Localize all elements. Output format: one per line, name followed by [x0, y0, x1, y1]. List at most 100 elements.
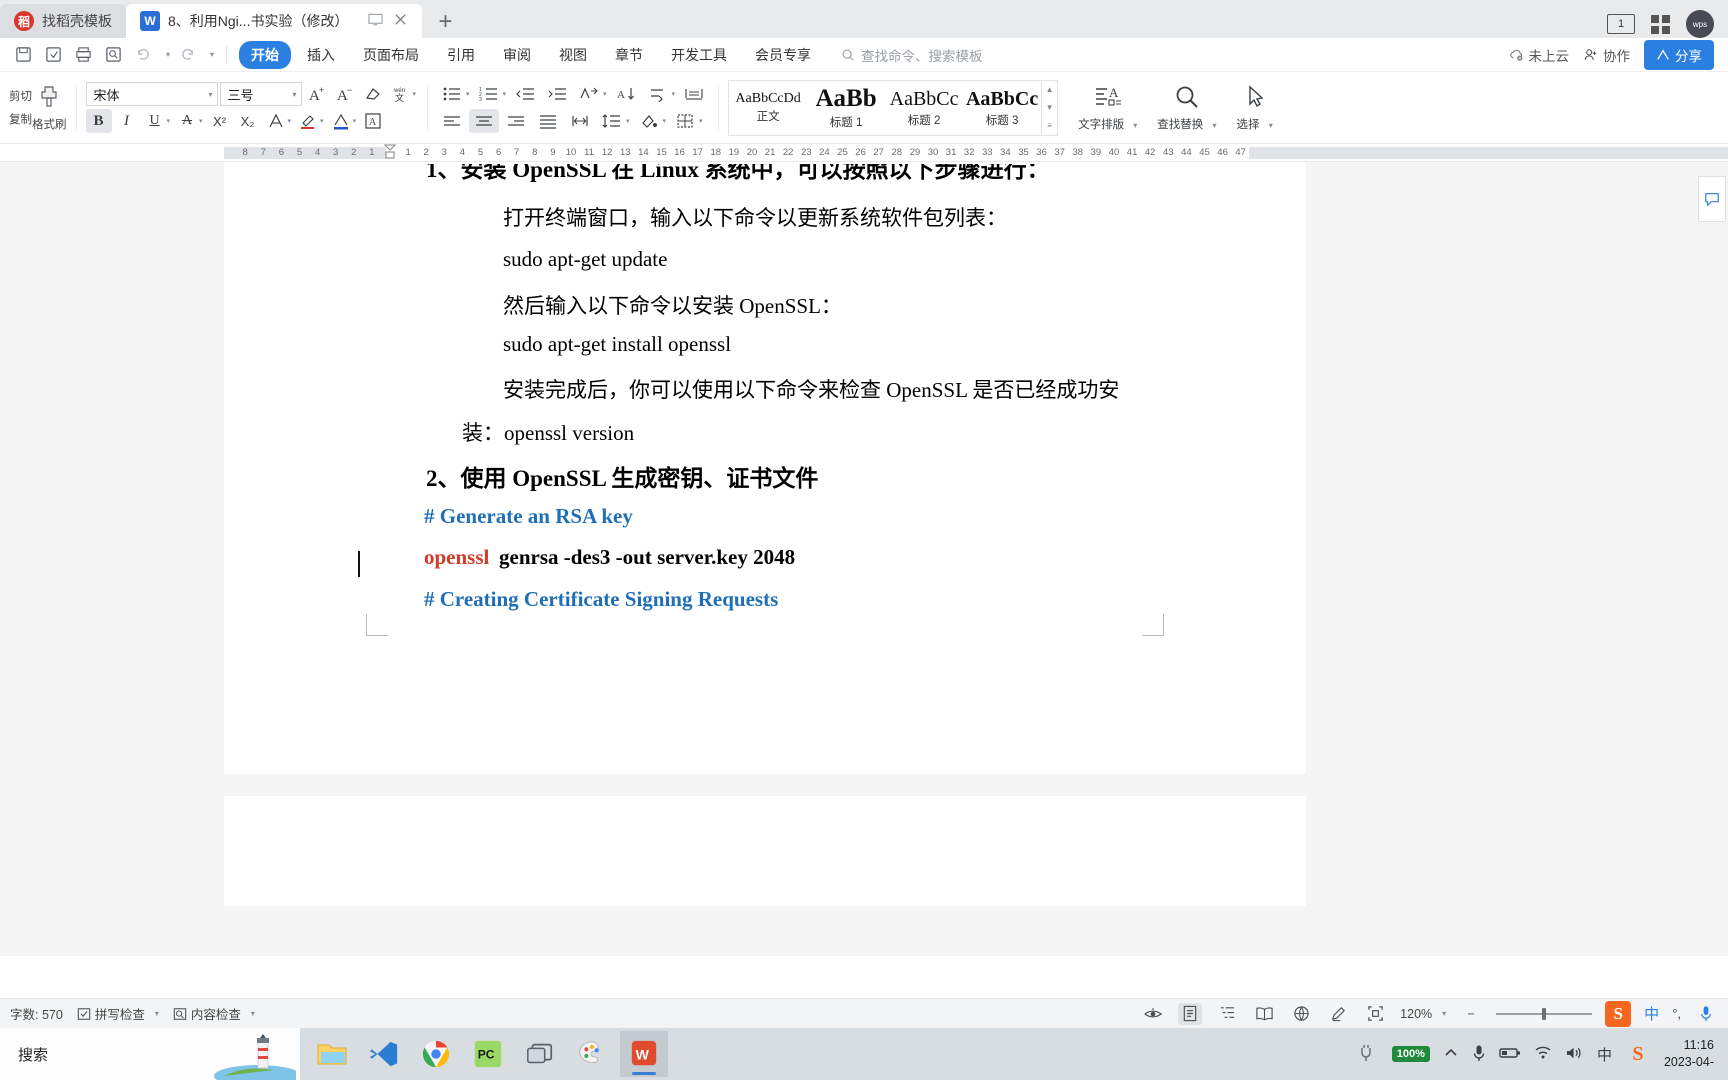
menu-item-section[interactable]: 章节: [603, 41, 655, 69]
format-painter-button[interactable]: 格式刷: [32, 84, 67, 132]
chevron-down-icon[interactable]: ▾: [503, 90, 507, 98]
page-count-button[interactable]: 1: [1607, 14, 1635, 34]
cmd-genrsa-openssl[interactable]: openssl: [424, 545, 489, 570]
menu-item-references[interactable]: 引用: [435, 41, 487, 69]
cmd-apt-update[interactable]: sudo apt-get update: [503, 247, 667, 272]
spell-check-button[interactable]: 拼写检查 ▾: [77, 1004, 159, 1023]
chevron-down-icon[interactable]: ▾: [699, 117, 703, 125]
distribute-button[interactable]: [565, 109, 595, 133]
zoom-slider[interactable]: [1496, 1007, 1593, 1020]
chevron-down-icon[interactable]: ▾: [167, 117, 171, 125]
strikethrough-button[interactable]: A: [174, 109, 200, 133]
present-icon[interactable]: [368, 12, 384, 31]
menu-item-review[interactable]: 审阅: [491, 41, 543, 69]
styles-more-icon[interactable]: ≡: [1047, 121, 1052, 130]
volume-icon[interactable]: [1565, 1045, 1584, 1064]
save-as-icon[interactable]: [40, 42, 66, 68]
battery-percent[interactable]: 100%: [1391, 1046, 1430, 1062]
underline-button[interactable]: U: [142, 109, 168, 133]
tab-document[interactable]: W 8、利用Ngi...书实验（修改）: [126, 4, 423, 38]
menu-item-view[interactable]: 视图: [547, 41, 599, 69]
subscript-button[interactable]: X₂: [235, 109, 261, 133]
indent-marker[interactable]: [383, 144, 397, 160]
content-check-button[interactable]: 内容检查 ▾: [173, 1004, 255, 1023]
microphone-icon[interactable]: [1472, 1044, 1486, 1065]
pinyin-guide-button[interactable]: wén 文: [388, 82, 414, 106]
customize-icon[interactable]: ▾: [210, 50, 214, 59]
font-size-select[interactable]: 三号 ▾: [219, 82, 302, 106]
page-view-button[interactable]: [1178, 1002, 1203, 1025]
ime-punctuation[interactable]: °,: [1672, 1006, 1681, 1021]
para-open-terminal[interactable]: 打开终端窗口，输入以下命令以更新系统软件包列表：: [503, 202, 1007, 232]
bold-button[interactable]: B: [85, 109, 112, 133]
word-count[interactable]: 字数: 570: [10, 1004, 63, 1023]
taskbar-search[interactable]: 搜索: [0, 1028, 300, 1080]
sogou-icon[interactable]: S: [1605, 1000, 1632, 1027]
read-mode-button[interactable]: [1141, 1003, 1165, 1025]
chevron-down-icon[interactable]: ▾: [1442, 1009, 1446, 1018]
menu-item-insert[interactable]: 插入: [295, 41, 347, 69]
font-family-select[interactable]: 宋体 ▾: [85, 82, 218, 106]
horizontal-ruler[interactable]: 8 7 6 5 4 3 2 1 1 2 3 4 5 6 7 8 9 10 11 12 13 14 15 16 17 18 19 20 2…: [0, 144, 1728, 162]
chevron-down-icon[interactable]: ▾: [466, 90, 470, 98]
para-then-install[interactable]: 然后输入以下命令以安装 OpenSSL：: [503, 290, 842, 320]
taskbar-app-paint[interactable]: [568, 1031, 616, 1077]
chevron-up-icon[interactable]: ▲: [1046, 85, 1054, 94]
save-icon[interactable]: [10, 42, 36, 68]
ime-indicator[interactable]: 中: [1597, 1044, 1612, 1065]
align-justify-button[interactable]: [533, 109, 563, 133]
document-page-2[interactable]: [224, 796, 1306, 906]
font-color-button[interactable]: [328, 109, 354, 133]
chevron-down-icon[interactable]: ▾: [320, 117, 324, 125]
search-input[interactable]: 查找命令、搜索模板: [841, 45, 983, 65]
chevron-down-icon[interactable]: ▾: [251, 1009, 255, 1018]
para-version[interactable]: 装：openssl version: [462, 417, 634, 447]
taskbar-app-chrome[interactable]: [412, 1031, 460, 1077]
styles-scrollbar[interactable]: ▲ ▼ ≡: [1041, 80, 1057, 135]
taskbar-app-task-view[interactable]: [516, 1031, 564, 1077]
chevron-down-icon[interactable]: ▾: [199, 117, 203, 125]
sort-button[interactable]: A: [611, 82, 641, 106]
clear-format-button[interactable]: [360, 82, 386, 106]
char-shading-button[interactable]: A: [360, 109, 386, 133]
app-grid-icon[interactable]: [1651, 14, 1670, 34]
print-icon[interactable]: [70, 42, 96, 68]
collab-button[interactable]: 协作: [1583, 45, 1630, 65]
style-heading-2[interactable]: AaBbCc 标题 2: [885, 81, 963, 135]
clock[interactable]: 11:16 2023-04-: [1664, 1037, 1720, 1071]
styles-gallery[interactable]: AaBbCcDd 正文 AaBb 标题 1 AaBbCc 标题 2 AaBbCc…: [728, 79, 1059, 136]
find-replace-button[interactable]: 查找替换 ▾: [1147, 84, 1226, 132]
side-comment-widget[interactable]: [1698, 176, 1726, 222]
comment-csr[interactable]: # Creating Certificate Signing Requests: [424, 587, 778, 612]
reading-layout-button[interactable]: [1252, 1003, 1276, 1025]
web-layout-button[interactable]: [1289, 1003, 1313, 1025]
close-icon[interactable]: [393, 12, 408, 31]
line-spacing-button[interactable]: [597, 109, 627, 133]
menu-item-start[interactable]: 开始: [239, 40, 292, 69]
chevron-down-icon[interactable]: ▾: [672, 90, 676, 98]
zoom-out-button[interactable]: −: [1459, 1003, 1483, 1025]
chevron-down-icon[interactable]: ▾: [413, 90, 417, 98]
edit-pen-button[interactable]: [1326, 1003, 1350, 1025]
style-heading-1[interactable]: AaBb 标题 1: [807, 81, 885, 135]
document-page-1[interactable]: 1、安装 OpenSSL 在 Linux 系统中，可以按照以下步骤进行： 打开终端…: [224, 162, 1306, 774]
style-normal[interactable]: AaBbCcDd 正文: [729, 81, 807, 135]
document-canvas[interactable]: 1、安装 OpenSSL 在 Linux 系统中，可以按照以下步骤进行： 打开终端…: [0, 162, 1728, 956]
chevron-down-icon[interactable]: ▾: [155, 1009, 159, 1018]
bullet-list-button[interactable]: [437, 82, 467, 106]
taskbar-app-file-explorer[interactable]: [308, 1031, 356, 1077]
sogou-icon[interactable]: S: [1625, 1041, 1651, 1067]
increase-indent-button[interactable]: [542, 82, 572, 106]
print-preview-icon[interactable]: [100, 42, 126, 68]
shrink-font-button[interactable]: A −: [332, 82, 358, 106]
chevron-down-icon[interactable]: ▾: [288, 117, 292, 125]
highlight-button[interactable]: [295, 109, 321, 133]
align-left-button[interactable]: [437, 109, 467, 133]
share-button[interactable]: 分享: [1644, 39, 1714, 70]
avatar[interactable]: wps: [1686, 10, 1714, 38]
paragraph-layout-button[interactable]: [679, 82, 709, 106]
cloud-status-button[interactable]: 未上云: [1509, 45, 1569, 65]
multilevel-list-button[interactable]: [574, 82, 604, 106]
comment-rsa-key[interactable]: # Generate an RSA key: [424, 504, 633, 529]
char-border-button[interactable]: [263, 109, 289, 133]
